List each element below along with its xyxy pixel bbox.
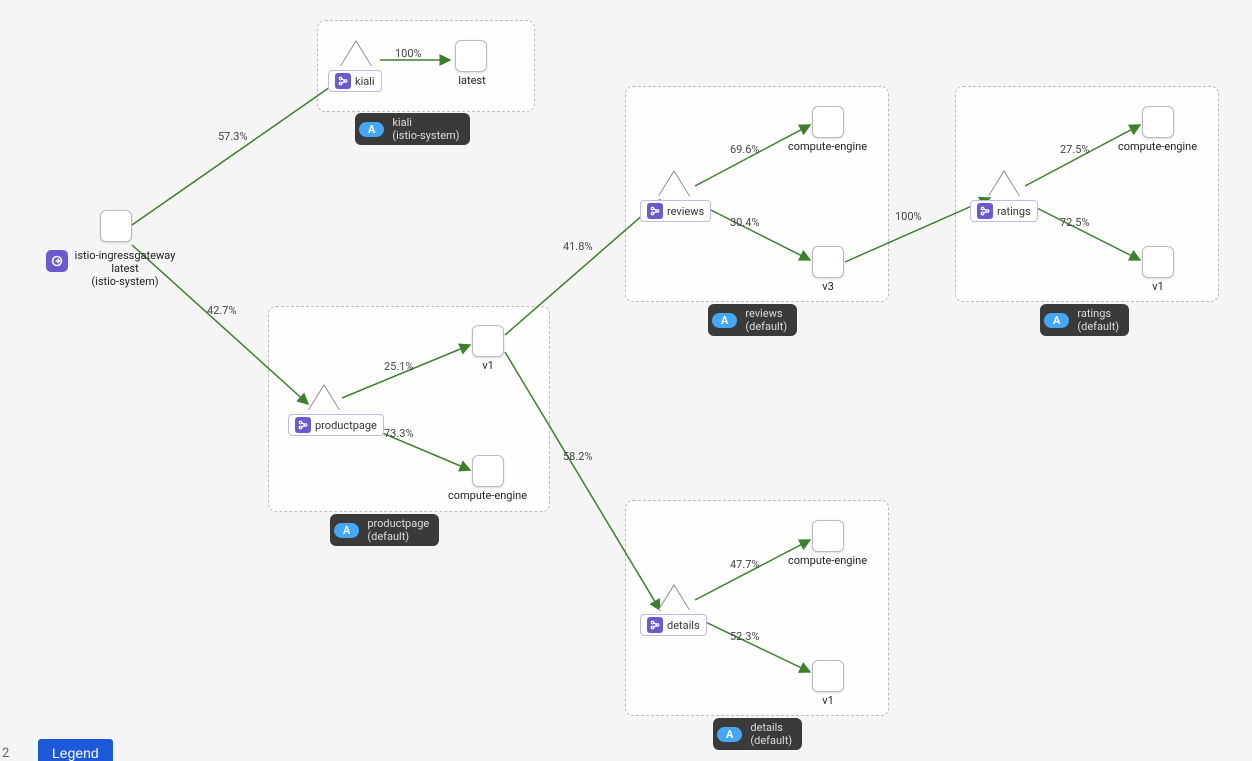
workload-label: v3: [818, 280, 838, 293]
origin-label: istio-ingressgateway latest (istio-syste…: [60, 249, 190, 288]
workload-node-kiali-latest[interactable]: [455, 40, 487, 72]
group-namespace: (default): [367, 530, 409, 543]
workload-label: compute-engine: [440, 489, 535, 502]
workload-node-icon: [100, 210, 132, 242]
workload-node-rev-ce[interactable]: [812, 106, 844, 138]
origin-node[interactable]: [100, 210, 132, 242]
virtualservice-icon: [647, 617, 663, 633]
virtualservice-icon: [647, 203, 663, 219]
virtualservice-icon: [295, 417, 311, 433]
service-name: reviews: [667, 205, 704, 218]
app-badge: A: [717, 727, 742, 742]
service-label-ratings[interactable]: ratings: [970, 200, 1038, 222]
service-label-reviews[interactable]: reviews: [640, 200, 711, 222]
origin-namespace: (istio-system): [60, 275, 190, 288]
workload-label: compute-engine: [780, 140, 875, 153]
group-caption-kiali: A kiali (istio-system): [355, 113, 470, 145]
app-badge: A: [359, 122, 384, 137]
group-title: reviews: [745, 307, 782, 320]
edge-label: 41.8%: [563, 240, 593, 253]
virtualservice-icon: [335, 73, 351, 89]
service-name: details: [667, 619, 700, 632]
workload-node-rat-v1[interactable]: [1142, 246, 1174, 278]
edge-label: 42.7%: [207, 304, 237, 317]
edge-label: 57.3%: [218, 130, 248, 143]
edge-label: 72.5%: [1060, 216, 1090, 229]
corner-counter: 2: [2, 746, 9, 761]
group-caption-details: A details (default): [713, 718, 802, 750]
service-name: productpage: [315, 419, 377, 432]
edge-label: 69.6%: [730, 143, 760, 156]
app-badge: A: [1044, 313, 1069, 328]
workload-label: latest: [452, 74, 492, 87]
group-namespace: (default): [750, 734, 792, 747]
edge-label: 73.3%: [384, 427, 414, 440]
edge-label: 100%: [395, 47, 422, 60]
workload-label: v1: [818, 694, 838, 707]
service-name: kiali: [355, 75, 375, 88]
workload-node-rev-v3[interactable]: [812, 246, 844, 278]
legend-button[interactable]: Legend: [38, 739, 113, 761]
service-label-details[interactable]: details: [640, 614, 707, 636]
origin-name: istio-ingressgateway: [60, 249, 190, 262]
edge-label: 58.2%: [563, 450, 593, 463]
group-namespace: (istio-system): [392, 129, 459, 142]
workload-node-det-v1[interactable]: [812, 660, 844, 692]
edge-label: 27.5%: [1060, 143, 1090, 156]
group-namespace: (default): [1077, 320, 1119, 333]
workload-node-rat-ce[interactable]: [1142, 106, 1174, 138]
group-title: ratings: [1077, 307, 1111, 320]
origin-version: latest: [60, 262, 190, 275]
workload-label: compute-engine: [780, 554, 875, 567]
workload-node-pp-v1[interactable]: [472, 325, 504, 357]
virtualservice-icon: [977, 203, 993, 219]
group-caption-productpage: A productpage (default): [330, 514, 439, 546]
workload-node-det-ce[interactable]: [812, 520, 844, 552]
edge-label: 52.3%: [730, 630, 760, 643]
group-kiali: [317, 20, 535, 112]
app-badge: A: [712, 313, 737, 328]
edge-label: 30.4%: [730, 216, 760, 229]
service-label-productpage[interactable]: productpage: [288, 414, 384, 436]
group-title: kiali: [392, 116, 412, 129]
edge-label: 100%: [895, 210, 922, 223]
group-namespace: (default): [745, 320, 787, 333]
group-caption-reviews: A reviews (default): [708, 304, 797, 336]
workload-label: v1: [478, 359, 498, 372]
service-name: ratings: [997, 205, 1031, 218]
workload-label: compute-engine: [1110, 140, 1205, 153]
app-badge: A: [334, 523, 359, 538]
group-title: productpage: [367, 517, 429, 530]
workload-node-pp-ce[interactable]: [472, 455, 504, 487]
service-label-kiali[interactable]: kiali: [328, 70, 382, 92]
workload-label: v1: [1148, 280, 1168, 293]
group-caption-ratings: A ratings (default): [1040, 304, 1129, 336]
edge-label: 25.1%: [384, 360, 414, 373]
edge-label: 47.7%: [730, 558, 760, 571]
group-title: details: [750, 721, 783, 734]
